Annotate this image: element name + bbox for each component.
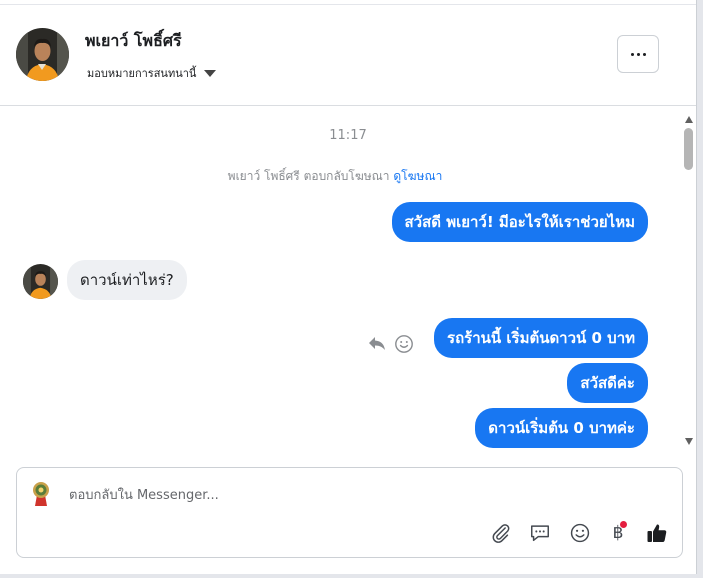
notification-dot [620,521,627,528]
message-thread[interactable]: 11:17 พเยาว์ โพธิ์ศรี ตอบกลับโฆษณา ดูโฆษ… [0,106,680,454]
incoming-message[interactable]: ดาวน์เท่าไหร่? [67,260,187,300]
scroll-up-arrow-icon[interactable] [685,116,693,123]
message-timestamp: 11:17 [329,128,367,143]
contact-avatar-small[interactable] [23,264,58,299]
emoji-icon [570,523,590,543]
payment-button[interactable]: ฿ [606,521,630,545]
outgoing-message[interactable]: สวัสดี พเยาว์! มีอะไรให้เราช่วยไหม [391,202,648,242]
contact-name: พเยาว์ โพธิ์ศรี [85,31,182,50]
react-icon[interactable] [394,334,414,354]
saved-replies-button[interactable] [528,521,552,545]
outgoing-message[interactable]: ดาวน์เริ่มต้น 0 บาทค่ะ [475,408,648,448]
like-button[interactable] [645,521,669,545]
like-icon [647,524,667,542]
outgoing-message[interactable]: รถร้านนี้ เริ่มต้นดาวน์ 0 บาท [434,318,648,358]
reply-icon[interactable] [367,333,387,353]
more-dots-icon [630,52,634,56]
ad-reply-notice: พเยาว์ โพธิ์ศรี ตอบกลับโฆษณา ดูโฆษณา [0,167,670,186]
ad-reply-text: พเยาว์ โพธิ์ศรี ตอบกลับโฆษณา [227,169,390,183]
reply-composer: ฿ [16,467,683,558]
outgoing-message[interactable]: สวัสดีค่ะ [567,363,648,403]
emoji-button[interactable] [568,521,592,545]
caret-down-icon [204,69,217,77]
conversation-header: พเยาว์ โพธิ์ศรี มอบหมายการสนทนานี้ [0,5,696,106]
scroll-down-arrow-icon[interactable] [685,438,693,445]
scroll-thumb[interactable] [684,128,693,170]
attachment-button[interactable] [489,521,513,545]
messenger-panel: พเยาว์ โพธิ์ศรี มอบหมายการสนทนานี้ 11:17… [0,0,697,574]
page-avatar [26,478,56,508]
assign-conversation-dropdown[interactable]: มอบหมายการสนทนานี้ [87,64,217,82]
contact-avatar[interactable] [16,28,69,81]
assign-conversation-label: มอบหมายการสนทนานี้ [87,67,197,80]
more-dot [636,52,640,56]
view-ad-link[interactable]: ดูโฆษณา [393,169,442,183]
reply-input[interactable] [69,484,609,506]
saved-reply-icon [531,525,549,542]
more-options-button[interactable] [617,35,659,73]
more-dot [642,52,646,56]
attachment-icon [492,524,510,543]
thread-scrollbar[interactable] [682,108,696,458]
